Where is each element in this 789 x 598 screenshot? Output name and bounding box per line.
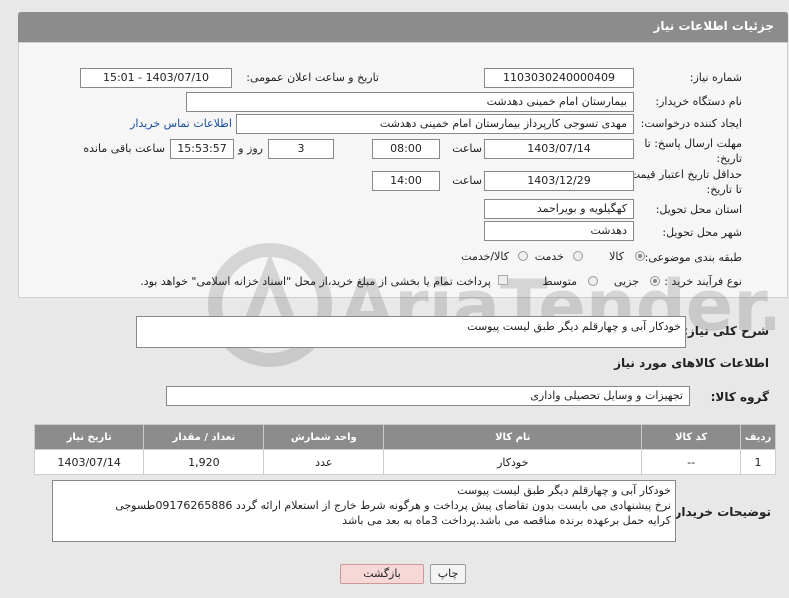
col-row-header: ردیف xyxy=(739,424,777,450)
creator-label: ایجاد کننده درخواست: xyxy=(640,117,742,130)
summary-field: خودکار آبی و چهارقلم دیگر طبق لیست پیوست xyxy=(136,316,686,348)
purchase-option-minor: جزیی xyxy=(613,275,639,288)
cell-qty: 1,920 xyxy=(143,449,265,475)
cell-row: 1 xyxy=(739,449,777,475)
buyer-notes-line-1: خودکار آبی و چهارقلم دیگر طبق لیست پیوست xyxy=(457,484,671,497)
goods-group-field: تجهیزات و وسایل تحصیلی واداری xyxy=(166,386,690,406)
buyer-org-field: بیمارستان امام خمینی دهدشت xyxy=(186,92,634,112)
category-label: طبقه بندی موضوعی: xyxy=(644,251,742,264)
page-header: جزئیات اطلاعات نیاز xyxy=(18,12,788,42)
reply-deadline-label: مهلت ارسال پاسخ: تا تاریخ: xyxy=(644,137,742,165)
cell-name: خودکار xyxy=(383,449,643,475)
creator-field: مهدی تسوجی کارپرداز بیمارستان امام خمینی… xyxy=(236,114,634,134)
col-code-header: کد کالا xyxy=(641,424,741,450)
province-field: کهگیلویه و بویراحمد xyxy=(484,199,634,219)
days-field: 3 xyxy=(268,139,334,159)
reply-time-field: 08:00 xyxy=(372,139,440,159)
buyer-notes-label: توضیحات خریدار: xyxy=(669,505,771,519)
goods-table: ردیف کد کالا نام کالا واحد شمارش تعداد /… xyxy=(33,424,777,475)
purchase-radio-medium[interactable] xyxy=(588,276,598,286)
table-header-row: ردیف کد کالا نام کالا واحد شمارش تعداد /… xyxy=(33,424,777,450)
page-title: جزئیات اطلاعات نیاز xyxy=(653,19,774,33)
validity-time-field: 14:00 xyxy=(372,171,440,191)
buyer-notes-line-3: کرایه حمل برعهده برنده مناقصه می باشد.پر… xyxy=(342,514,671,527)
back-button[interactable]: بازگشت xyxy=(340,564,424,584)
col-qty-header: تعداد / مقدار xyxy=(143,424,265,450)
city-label: شهر محل تحویل: xyxy=(662,226,742,239)
purchase-type-label: نوع فرآیند خرید : xyxy=(664,275,742,288)
purchase-radio-minor[interactable] xyxy=(650,276,660,286)
reply-date-field: 1403/07/14 xyxy=(484,139,634,159)
col-name-header: نام کالا xyxy=(383,424,643,450)
summary-label: شرح کلی نیاز: xyxy=(683,324,769,338)
category-option-service: خدمت xyxy=(534,250,564,263)
buyer-org-label: نام دستگاه خریدار: xyxy=(655,95,742,108)
announce-label: تاریخ و ساعت اعلان عمومی: xyxy=(246,71,379,84)
cell-unit: عدد xyxy=(263,449,385,475)
buyer-notes-line-2: نرخ پیشنهادی می بایست بدون تقاضای پیش پر… xyxy=(115,499,671,512)
contact-info-link[interactable]: اطلاعات تماس خریدار xyxy=(130,117,232,130)
table-row: 1 -- خودکار عدد 1,920 1403/07/14 xyxy=(33,449,777,475)
announce-datetime-field: 1403/07/10 - 15:01 xyxy=(80,68,232,88)
need-number-label: شماره نیاز: xyxy=(689,71,742,84)
buyer-notes-field: خودکار آبی و چهارقلم دیگر طبق لیست پیوست… xyxy=(52,480,676,542)
city-field: دهدشت xyxy=(484,221,634,241)
need-number-field: 1103030240000409 xyxy=(484,68,634,88)
col-date-header: تاریخ نیاز xyxy=(33,424,145,450)
goods-info-title: اطلاعات کالاهای مورد نیاز xyxy=(614,356,769,370)
category-option-goods-service: کالا/خدمت xyxy=(461,250,509,263)
purchase-option-medium: متوسط xyxy=(542,275,577,288)
payment-note: پرداخت تمام یا بخشی از مبلغ خرید،از محل … xyxy=(140,275,491,288)
cell-code: -- xyxy=(641,449,741,475)
print-button[interactable]: چاپ xyxy=(430,564,466,584)
category-option-goods: کالا xyxy=(609,250,624,263)
col-unit-header: واحد شمارش xyxy=(263,424,385,450)
goods-group-label: گروه کالا: xyxy=(710,390,769,404)
treasury-checkbox[interactable] xyxy=(498,275,508,285)
price-validity-label: حداقل تاریخ اعتبار قیمت: تا تاریخ: xyxy=(626,168,742,196)
remaining-label: ساعت باقی مانده xyxy=(83,142,165,155)
validity-date-field: 1403/12/29 xyxy=(484,171,634,191)
remaining-time-field: 15:53:57 xyxy=(170,139,234,159)
category-radio-goods[interactable] xyxy=(635,251,645,261)
cell-date: 1403/07/14 xyxy=(33,449,145,475)
category-radio-service[interactable] xyxy=(573,251,583,261)
validity-time-label: ساعت xyxy=(452,174,482,187)
province-label: استان محل تحویل: xyxy=(655,203,742,216)
reply-time-label: ساعت xyxy=(452,142,482,155)
days-and-label: روز و xyxy=(238,142,263,155)
category-radio-goods-service[interactable] xyxy=(518,251,528,261)
